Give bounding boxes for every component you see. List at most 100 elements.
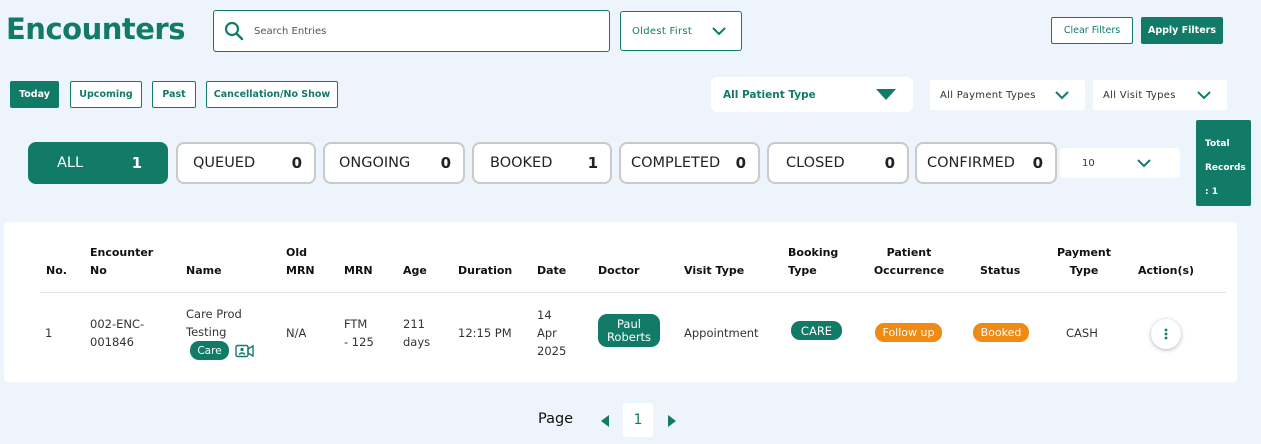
header-patient-occurrence: Patient Occurrence xyxy=(859,244,959,280)
total-records-line: : 1 xyxy=(1205,187,1218,197)
cell-line: Testing xyxy=(186,325,227,339)
cell-age: 211 days xyxy=(403,315,430,351)
status-all[interactable]: ALL 1 xyxy=(28,142,168,184)
header-divider xyxy=(40,292,1226,293)
doctor-name-line: Roberts xyxy=(606,329,652,344)
header-line: Payment xyxy=(1056,246,1112,259)
tab-cancellation[interactable]: Cancellation/No Show xyxy=(206,81,338,108)
header-encounter-no: Encounter No xyxy=(90,244,153,280)
header-payment-type: Payment Type xyxy=(1050,244,1118,280)
status-count: 0 xyxy=(735,154,746,172)
status-confirmed[interactable]: CONFIRMED 0 xyxy=(915,142,1057,184)
sort-label: Oldest First xyxy=(632,25,693,37)
per-page-value: 10 xyxy=(1082,157,1095,169)
header-line: Old xyxy=(286,246,307,259)
header-line: Encounter xyxy=(90,246,154,259)
cell-line: days xyxy=(403,335,431,349)
prev-page-icon[interactable] xyxy=(601,415,609,427)
header-line: Type xyxy=(1069,264,1099,277)
current-page[interactable]: 1 xyxy=(623,403,653,437)
header-old-mrn: Old MRN xyxy=(286,244,315,280)
doctor-badge[interactable]: Paul Roberts xyxy=(598,314,660,347)
chevron-down-icon xyxy=(712,27,726,36)
patient-type-badge: Care xyxy=(190,341,229,360)
header-line: Type xyxy=(788,264,817,277)
status-count: 1 xyxy=(131,154,142,172)
header-line: Booking xyxy=(788,246,839,259)
visit-type-dropdown[interactable]: All Visit Types xyxy=(1093,80,1227,110)
status-label: CLOSED xyxy=(786,155,845,171)
status-ongoing[interactable]: ONGOING 0 xyxy=(323,142,465,184)
tab-today[interactable]: Today xyxy=(10,81,59,108)
header-line: MRN xyxy=(286,264,315,277)
patient-type-dropdown[interactable]: All Patient Type xyxy=(711,77,913,112)
cell-line: Apr xyxy=(537,326,557,340)
status-label: ALL xyxy=(57,155,84,171)
occurrence-badge: Follow up xyxy=(875,323,942,342)
booking-type-badge: CARE xyxy=(791,321,842,340)
header-booking-type: Booking Type xyxy=(788,244,838,280)
header-visit-type: Visit Type xyxy=(684,264,745,277)
chevron-down-icon xyxy=(1137,159,1151,168)
cell-line: Care Prod xyxy=(186,307,242,321)
status-count: 0 xyxy=(884,154,895,172)
status-label: COMPLETED xyxy=(631,155,721,171)
apply-filters-button[interactable]: Apply Filters xyxy=(1141,17,1223,44)
header-line: Patient xyxy=(886,246,932,259)
caret-down-icon xyxy=(876,88,896,100)
status-booked[interactable]: BOOKED 1 xyxy=(472,142,612,184)
cell-date: 14 Apr 2025 xyxy=(537,306,566,360)
status-count: 0 xyxy=(440,154,451,172)
status-count: 1 xyxy=(587,154,598,172)
cell-encounter-no[interactable]: 002-ENC- 001846 xyxy=(90,315,144,351)
status-label: ONGOING xyxy=(339,155,411,171)
status-count: 0 xyxy=(291,154,302,172)
payment-type-dropdown[interactable]: All Payment Types xyxy=(930,80,1085,110)
total-records-line: Total xyxy=(1205,139,1230,149)
search-input[interactable] xyxy=(254,25,574,37)
total-records-badge: Total Records : 1 xyxy=(1196,120,1251,206)
cell-old-mrn: N/A xyxy=(286,326,307,340)
header-line: Occurrence xyxy=(873,264,945,277)
chevron-down-icon xyxy=(1197,91,1211,100)
cell-duration: 12:15 PM xyxy=(458,326,512,340)
status-badge: Booked xyxy=(973,323,1029,342)
header-doctor: Doctor xyxy=(598,264,640,277)
cell-no: 1 xyxy=(45,326,53,340)
doctor-name-line: Paul xyxy=(617,316,641,331)
video-call-icon[interactable] xyxy=(235,344,254,358)
status-closed[interactable]: CLOSED 0 xyxy=(767,142,909,184)
search-box[interactable] xyxy=(213,10,610,52)
payment-type-label: All Payment Types xyxy=(940,89,1036,101)
next-page-icon[interactable] xyxy=(668,415,676,427)
header-mrn: MRN xyxy=(344,264,373,277)
more-vertical-icon xyxy=(1164,328,1168,340)
visit-type-label: All Visit Types xyxy=(1103,89,1176,101)
pagination-label: Page xyxy=(538,411,574,427)
header-name: Name xyxy=(186,264,222,277)
header-status: Status xyxy=(980,264,1021,277)
tab-upcoming[interactable]: Upcoming xyxy=(70,81,142,108)
cell-line: 001846 xyxy=(90,335,134,349)
tab-past[interactable]: Past xyxy=(152,81,196,108)
status-count: 0 xyxy=(1032,154,1043,172)
status-queued[interactable]: QUEUED 0 xyxy=(176,142,316,184)
per-page-dropdown[interactable]: 10 xyxy=(1060,148,1180,178)
row-actions-button[interactable] xyxy=(1151,319,1181,349)
cell-line: 14 xyxy=(537,308,552,322)
cell-line: 2025 xyxy=(537,344,567,358)
status-label: BOOKED xyxy=(490,155,553,171)
cell-mrn: FTM - 125 xyxy=(344,315,374,351)
sort-dropdown[interactable]: Oldest First xyxy=(620,11,742,51)
header-actions: Action(s) xyxy=(1138,264,1195,277)
cell-line: FTM xyxy=(344,317,368,331)
header-line: No xyxy=(90,264,107,277)
clear-filters-button[interactable]: Clear Filters xyxy=(1051,17,1133,44)
status-label: QUEUED xyxy=(193,155,256,171)
status-completed[interactable]: COMPLETED 0 xyxy=(619,142,760,184)
cell-payment-type: CASH xyxy=(1066,326,1098,340)
cell-line: 002-ENC- xyxy=(90,317,145,331)
chevron-down-icon xyxy=(1055,91,1069,100)
cell-visit-type: Appointment xyxy=(684,326,759,340)
status-label: CONFIRMED xyxy=(927,155,1015,171)
